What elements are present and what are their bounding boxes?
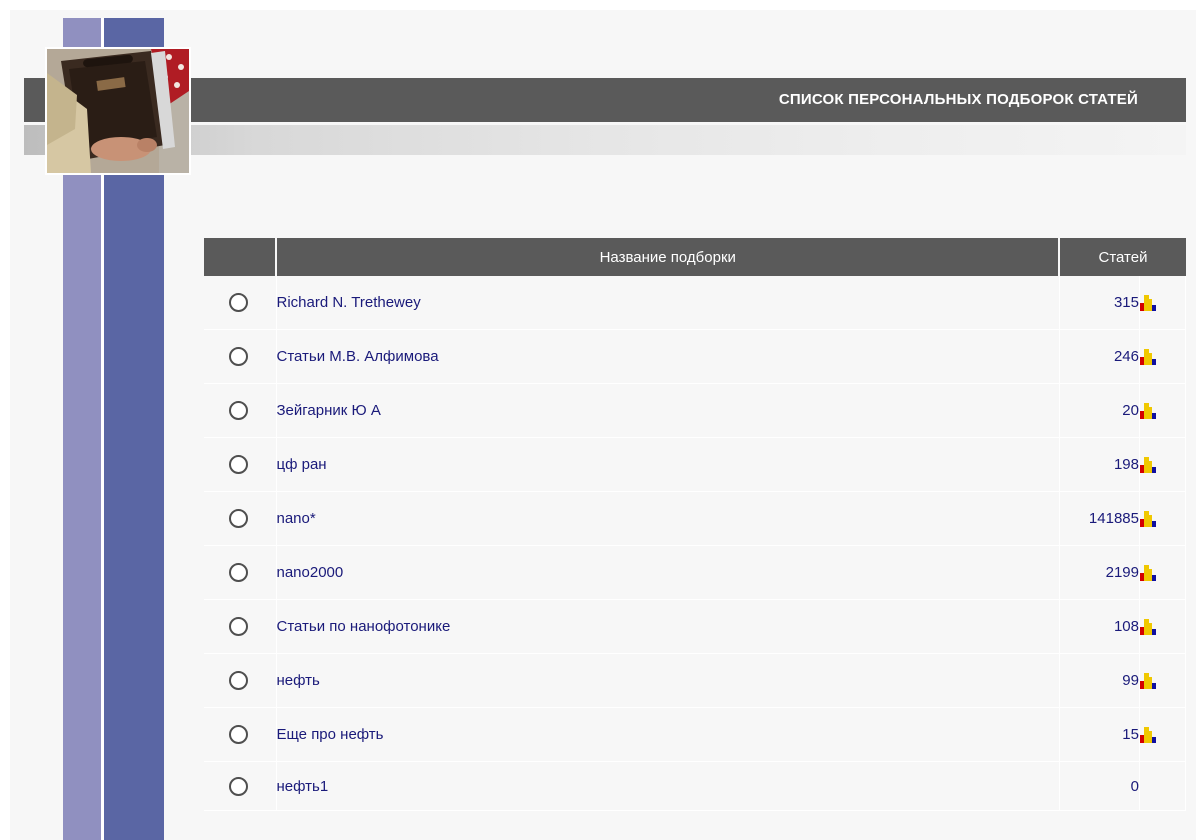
bar-chart-icon[interactable] [1139,457,1156,474]
count-column-header: Статей [1059,238,1186,276]
name-cell: Richard N. Trethewey [276,276,1060,330]
stats-cell [1139,707,1187,762]
table-row: нефть 99 [204,653,1187,708]
stats-cell [1139,437,1187,492]
table-row: nano2000 2199 [204,545,1187,600]
article-count: 141885 [1059,491,1140,546]
select-radio[interactable] [229,293,249,312]
bar-chart-icon[interactable] [1139,349,1156,366]
table-row: Зейгарник Ю А 20 [204,383,1187,438]
select-cell [204,545,277,600]
collections-table: Название подборки Статей Richard N. Tret… [204,238,1187,811]
collection-name-link[interactable]: Richard N. Trethewey [277,294,421,311]
table-row: цф ран 198 [204,437,1187,492]
select-radio[interactable] [229,617,249,636]
bar-chart-icon[interactable] [1139,295,1156,312]
name-cell: Статьи М.В. Алфимова [276,329,1060,384]
bar-chart-icon[interactable] [1139,619,1156,636]
bar-chart-icon[interactable] [1139,511,1156,528]
stats-cell [1139,599,1187,654]
name-cell: цф ран [276,437,1060,492]
collection-name-link[interactable]: nano* [277,510,316,527]
name-cell: Еще про нефть [276,707,1060,762]
collection-name-link[interactable]: Статьи по нанофотонике [277,618,451,635]
select-cell [204,491,277,546]
table-row: Еще про нефть 15 [204,707,1187,762]
bar-chart-icon[interactable] [1139,673,1156,690]
collection-name-link[interactable]: Статьи М.В. Алфимова [277,348,439,365]
select-cell [204,761,277,811]
header-photo [45,47,191,175]
page-title: СПИСОК ПЕРСОНАЛЬНЫХ ПОДБОРОК СТАТЕЙ [778,91,1138,108]
header-bar: СПИСОК ПЕРСОНАЛЬНЫХ ПОДБОРОК СТАТЕЙ [24,78,1186,122]
article-count: 315 [1059,276,1140,330]
select-radio[interactable] [229,509,249,528]
select-cell [204,599,277,654]
article-count: 198 [1059,437,1140,492]
article-count: 108 [1059,599,1140,654]
select-cell [204,276,277,330]
table-row: нефть1 0 [204,761,1187,811]
collection-name-link[interactable]: Еще про нефть [277,726,384,743]
bar-chart-icon[interactable] [1139,403,1156,420]
collection-name-link[interactable]: нефть [277,672,320,689]
table-row: Статьи по нанофотонике 108 [204,599,1187,654]
article-count: 99 [1059,653,1140,708]
header-gradient-strip [24,125,1186,155]
stats-cell [1139,545,1187,600]
name-cell: nano2000 [276,545,1060,600]
select-cell [204,383,277,438]
name-cell: нефть [276,653,1060,708]
name-cell: Зейгарник Ю А [276,383,1060,438]
select-cell [204,707,277,762]
stats-cell [1139,329,1187,384]
article-count: 246 [1059,329,1140,384]
select-radio[interactable] [229,671,249,690]
table-row: Статьи М.В. Алфимова 246 [204,329,1187,384]
name-column-header: Название подборки [276,238,1061,276]
select-cell [204,653,277,708]
select-radio[interactable] [229,725,249,744]
select-cell [204,329,277,384]
stats-cell [1139,761,1187,811]
stats-cell [1139,491,1187,546]
table-header-row: Название подборки Статей [204,238,1186,276]
collection-name-link[interactable]: Зейгарник Ю А [277,402,381,419]
name-cell: Статьи по нанофотонике [276,599,1060,654]
name-cell: nano* [276,491,1060,546]
article-count: 15 [1059,707,1140,762]
stats-cell [1139,653,1187,708]
article-count: 0 [1059,761,1140,811]
table-row: Richard N. Trethewey 315 [204,276,1187,330]
collection-name-link[interactable]: нефть1 [277,778,329,795]
select-radio[interactable] [229,347,249,366]
select-cell [204,437,277,492]
bar-chart-icon[interactable] [1139,727,1156,744]
collection-name-link[interactable]: цф ран [277,456,327,473]
article-count: 20 [1059,383,1140,438]
collection-name-link[interactable]: nano2000 [277,564,344,581]
select-column-header [204,238,277,276]
select-radio[interactable] [229,776,249,796]
select-radio[interactable] [229,401,249,420]
select-radio[interactable] [229,455,249,474]
stats-cell [1139,383,1187,438]
select-radio[interactable] [229,563,249,582]
bar-chart-icon[interactable] [1139,565,1156,582]
article-count: 2199 [1059,545,1140,600]
table-row: nano* 141885 [204,491,1187,546]
stats-cell [1139,276,1187,330]
name-cell: нефть1 [276,761,1060,811]
